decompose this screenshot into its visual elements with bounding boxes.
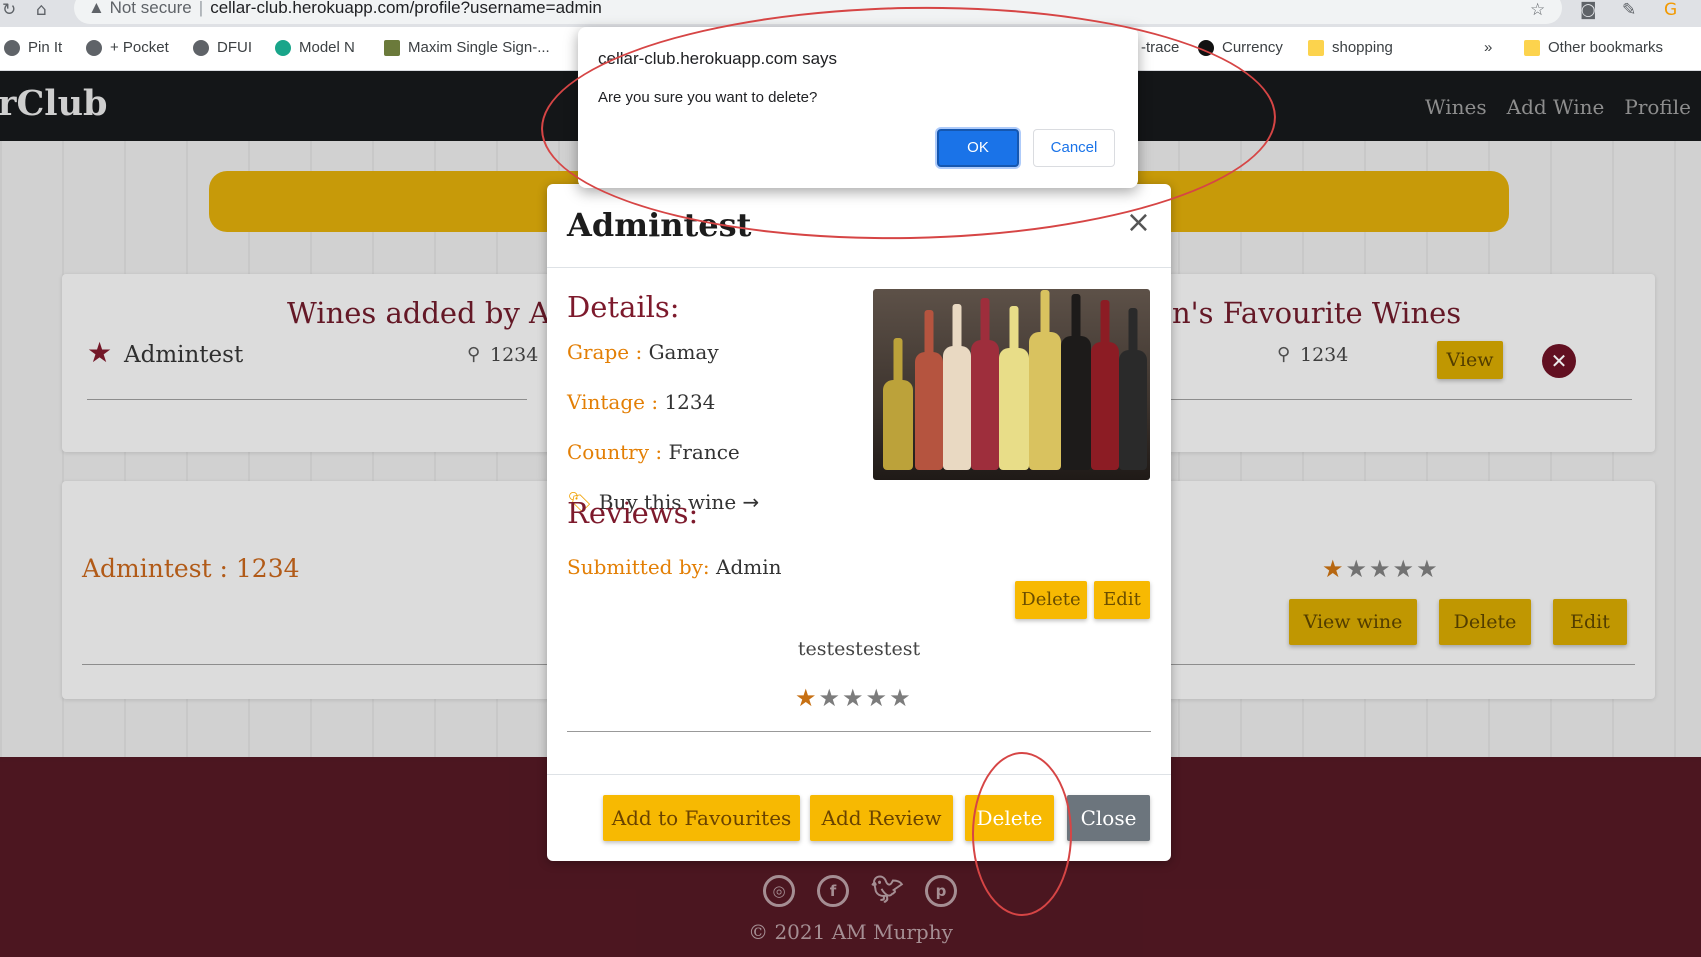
add-to-favourites-button[interactable]: Add to Favourites — [603, 795, 800, 841]
grape-detail: Grape : Gamay — [567, 340, 719, 364]
vintage-detail: Vintage : 1234 — [567, 390, 716, 414]
confirm-dialog: cellar-club.herokuapp.com says Are you s… — [578, 27, 1138, 188]
review-text: testestestest — [797, 638, 921, 660]
star-icon: ★ — [818, 684, 843, 712]
star-icon: ★ — [889, 684, 913, 712]
modal-delete-button[interactable]: Delete — [965, 795, 1054, 841]
globe-icon — [193, 39, 209, 56]
modal-title: Admintest — [567, 206, 752, 244]
grammarly-extension-icon[interactable]: G — [1664, 0, 1677, 20]
star-icon: ★ — [865, 684, 890, 712]
dialog-message: Are you sure you want to delete? — [598, 89, 818, 106]
bookmark-maxim[interactable]: Maxim Single Sign-... — [384, 39, 550, 56]
globe-icon — [86, 39, 102, 56]
submitted-by: Submitted by: Admin — [567, 555, 782, 579]
review-delete-button[interactable]: Delete — [1015, 581, 1087, 619]
bookmarks-overflow-chevron[interactable]: » — [1484, 39, 1492, 56]
pocket-extension-icon[interactable]: ◙ — [1580, 0, 1597, 20]
bookmark-pocket[interactable]: + Pocket — [86, 39, 169, 56]
bookmark-currency[interactable]: Currency — [1198, 39, 1283, 56]
folder-icon — [1524, 39, 1540, 56]
other-bookmarks[interactable]: Other bookmarks — [1524, 39, 1663, 56]
wine-image — [873, 289, 1150, 480]
wine-modal: Admintest × Details: Grape : Gamay Vinta… — [547, 184, 1171, 861]
currency-icon — [1198, 39, 1214, 56]
reviews-heading: Reviews: — [567, 496, 699, 530]
review-edit-button[interactable]: Edit — [1094, 581, 1150, 619]
modal-footer-divider — [547, 774, 1171, 775]
review-divider — [567, 731, 1151, 732]
star-icon: ★ — [842, 684, 866, 712]
add-review-button[interactable]: Add Review — [810, 795, 953, 841]
bookmark-pin-it[interactable]: Pin It — [4, 39, 62, 56]
close-icon[interactable]: × — [1126, 208, 1151, 238]
dialog-title: cellar-club.herokuapp.com says — [598, 49, 838, 68]
extension-icon[interactable]: ✎ — [1622, 0, 1636, 20]
bookmark-star-icon[interactable]: ☆ — [1530, 0, 1545, 20]
bookmark-shopping[interactable]: shopping — [1308, 39, 1393, 56]
model-n-icon — [275, 39, 291, 56]
warning-icon: ▲ — [88, 0, 105, 17]
dialog-cancel-button[interactable]: Cancel — [1033, 129, 1115, 167]
arrow-right-icon: → — [742, 490, 760, 514]
home-icon[interactable]: ⌂ — [36, 0, 47, 20]
address-bar[interactable]: ▲ Not secure | cellar-club.herokuapp.com/p… — [74, 0, 1562, 24]
modal-header-divider — [547, 267, 1171, 268]
folder-icon — [1308, 39, 1324, 56]
details-heading: Details: — [567, 290, 680, 324]
bookmark-dfui[interactable]: DFUI — [193, 39, 252, 56]
security-label: Not secure — [109, 0, 192, 17]
reload-icon[interactable]: ↻ — [2, 0, 16, 20]
maxim-icon — [384, 39, 400, 56]
dialog-ok-button[interactable]: OK — [937, 129, 1019, 167]
country-detail: Country : France — [567, 440, 740, 464]
review-rating: ★★★★★ — [795, 684, 913, 712]
bookmark-model-n[interactable]: Model N — [275, 39, 355, 56]
modal-close-button[interactable]: Close — [1067, 795, 1150, 841]
browser-toolbar: ↻ ⌂ ▲ Not secure | cellar-club.herokuapp.c… — [0, 0, 1701, 27]
globe-icon — [4, 39, 20, 56]
star-icon: ★ — [795, 684, 819, 712]
url-text[interactable]: cellar-club.herokuapp.com/profile?userna… — [210, 0, 602, 17]
bookmark-trace[interactable]: -trace — [1141, 39, 1179, 56]
